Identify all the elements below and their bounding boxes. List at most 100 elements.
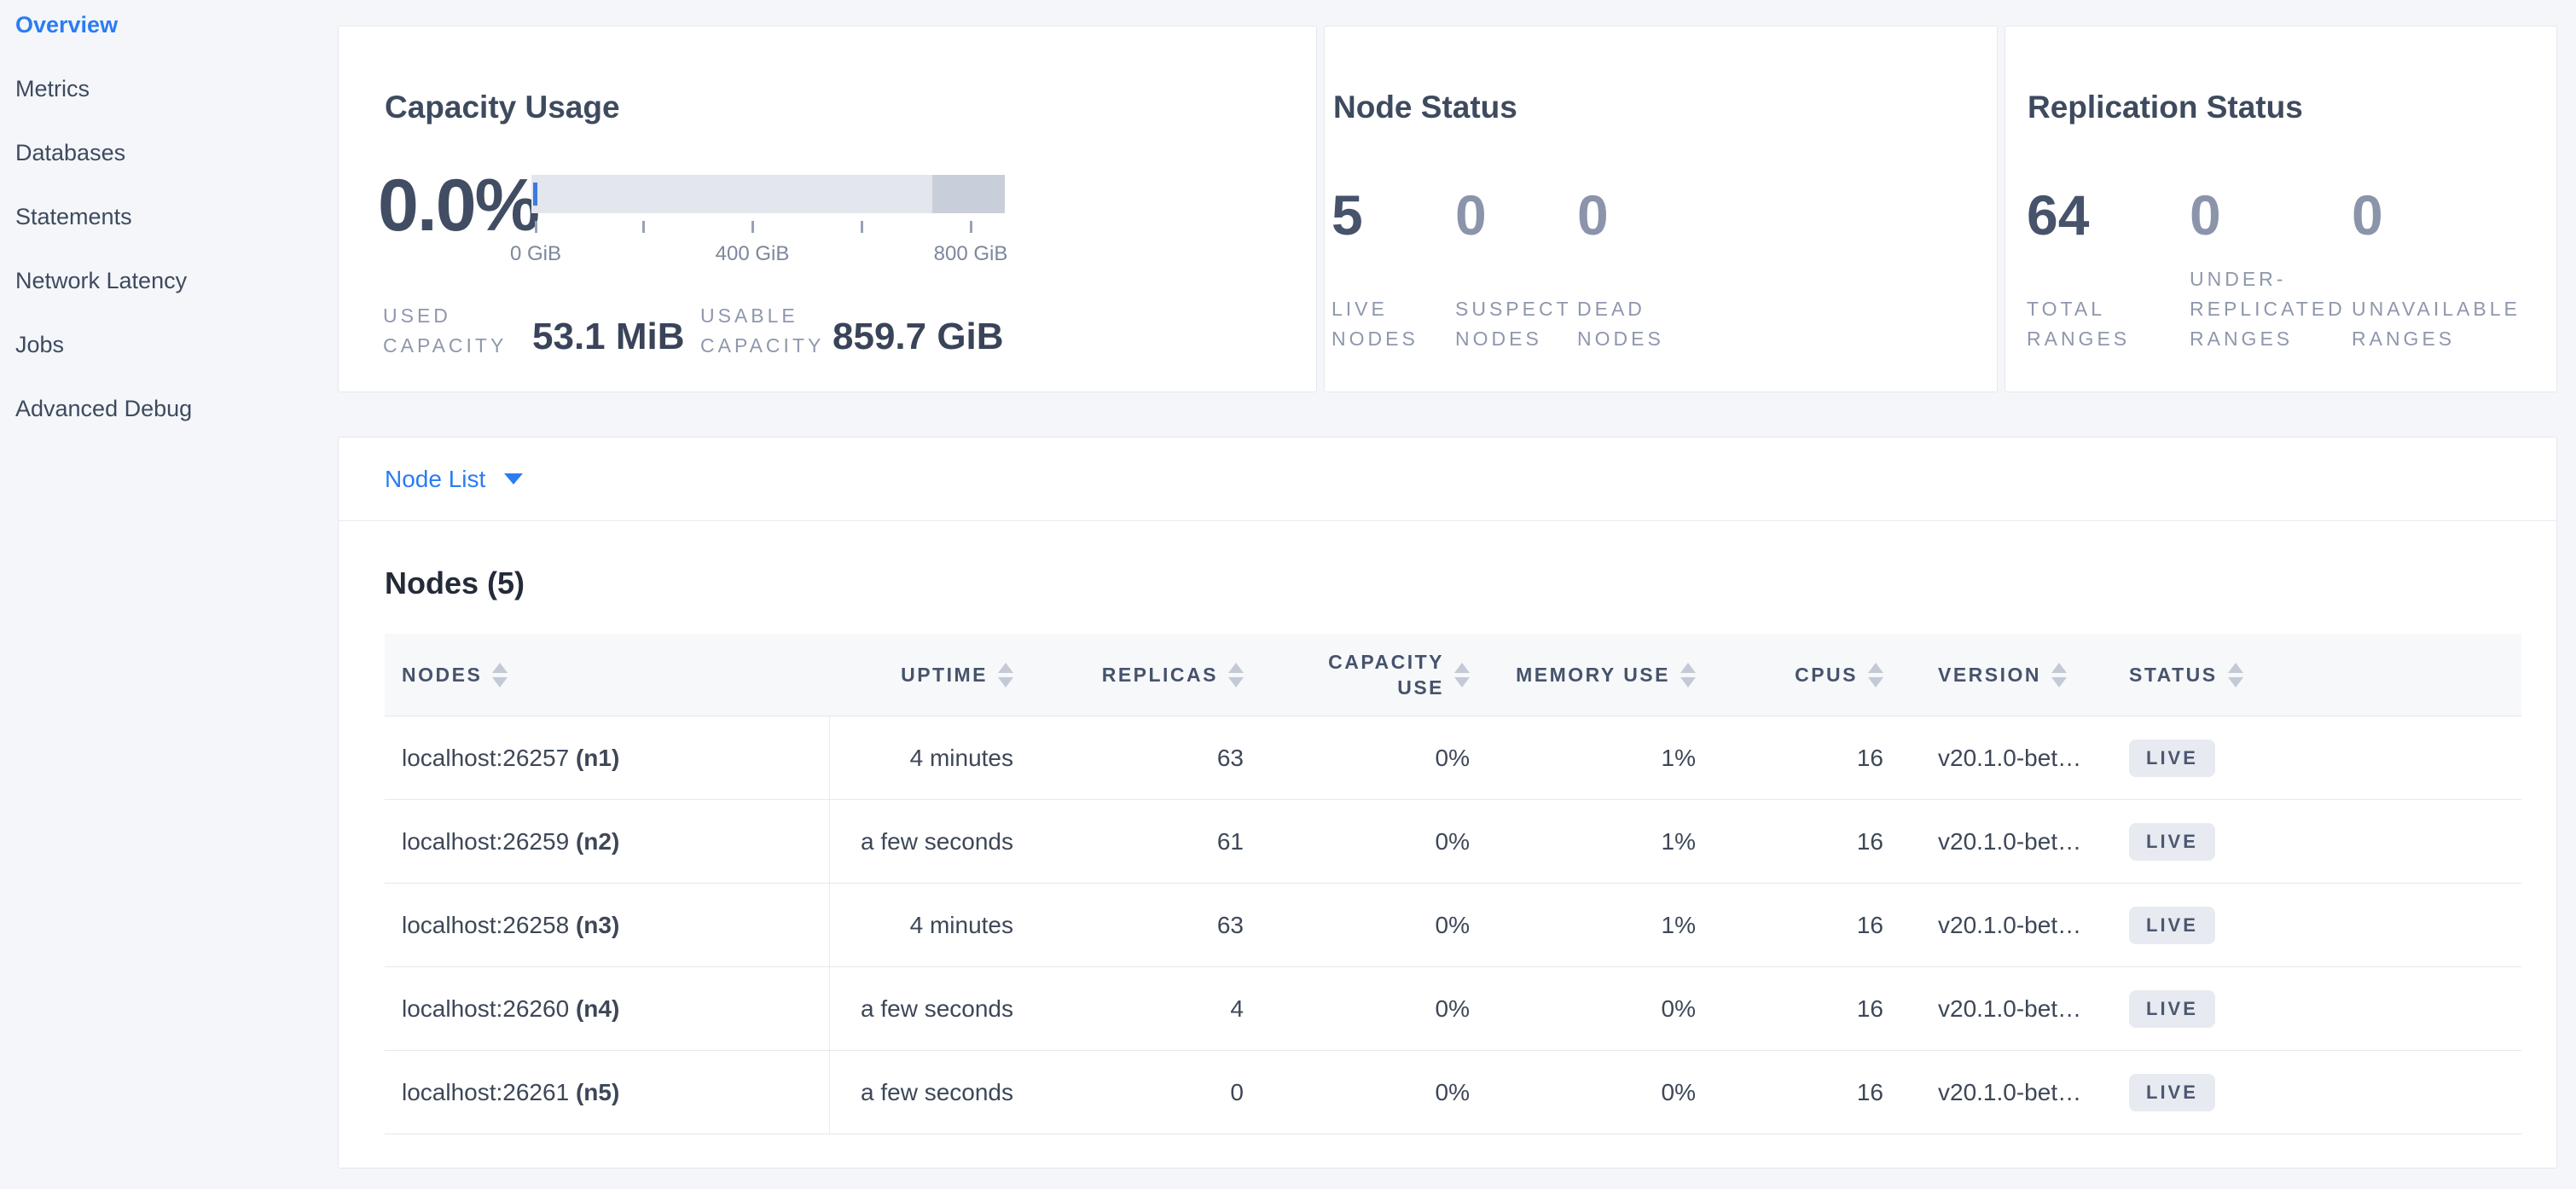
node-id: (n5) bbox=[576, 1079, 619, 1105]
sort-icon bbox=[1868, 663, 1883, 687]
node-address-cell[interactable]: localhost:26261 (n5) bbox=[385, 1051, 829, 1134]
unavailable-ranges-label: UNAVAILABLE RANGES bbox=[2352, 294, 2521, 354]
live-nodes-label: LIVE NODES bbox=[1332, 294, 1419, 354]
live-nodes-count: 5 bbox=[1332, 185, 1363, 245]
sidebar-item-advanced-debug[interactable]: Advanced Debug bbox=[15, 392, 192, 426]
memory-use-cell: 1% bbox=[1490, 800, 1716, 884]
table-row: localhost:26261 (n5) a few seconds 0 0% … bbox=[385, 1051, 2521, 1134]
uptime-cell: a few seconds bbox=[829, 800, 1034, 884]
column-header-replicas-label: REPLICAS bbox=[1102, 664, 1218, 687]
column-header-capacity-line1: CAPACITY bbox=[1328, 649, 1444, 675]
status-cell: LIVE bbox=[2109, 800, 2521, 884]
capacity-use-cell: 0% bbox=[1264, 967, 1490, 1051]
replication-status-title: Replication Status bbox=[2028, 90, 2303, 125]
used-capacity-label-line1: USED bbox=[383, 301, 507, 331]
column-header-cpus[interactable]: CPUS bbox=[1716, 634, 1904, 716]
cpus-cell: 16 bbox=[1716, 967, 1904, 1051]
under-replicated-label-line1: UNDER- bbox=[2190, 264, 2346, 294]
usable-capacity-label-line2: CAPACITY bbox=[700, 331, 824, 361]
table-row: localhost:26259 (n2) a few seconds 61 0%… bbox=[385, 800, 2521, 884]
column-header-nodes[interactable]: NODES bbox=[385, 634, 829, 716]
column-header-status-label: STATUS bbox=[2129, 664, 2218, 687]
column-header-replicas[interactable]: REPLICAS bbox=[1034, 634, 1264, 716]
version-cell: v20.1.0-bet… bbox=[1904, 884, 2109, 967]
sort-icon bbox=[1228, 663, 1244, 687]
dead-nodes-label-line2: NODES bbox=[1577, 324, 1664, 354]
dead-nodes-label-line1: DEAD bbox=[1577, 294, 1664, 324]
suspect-nodes-label: SUSPECT NODES bbox=[1455, 294, 1572, 354]
sidebar-item-network-latency[interactable]: Network Latency bbox=[15, 264, 187, 298]
replicas-cell: 63 bbox=[1034, 884, 1264, 967]
status-cell: LIVE bbox=[2109, 967, 2521, 1051]
usable-capacity-label: USABLE CAPACITY bbox=[700, 301, 824, 361]
memory-use-cell: 0% bbox=[1490, 967, 1716, 1051]
node-status-title: Node Status bbox=[1333, 90, 1517, 125]
sidebar-item-jobs[interactable]: Jobs bbox=[15, 328, 64, 362]
nodes-table: NODES UPTIME REPLICAS bbox=[385, 634, 2521, 1134]
status-cell: LIVE bbox=[2109, 1051, 2521, 1134]
total-ranges-count: 64 bbox=[2027, 185, 2089, 245]
total-ranges-label-line2: RANGES bbox=[2027, 324, 2130, 354]
node-id: (n3) bbox=[576, 912, 619, 938]
capacity-use-cell: 0% bbox=[1264, 800, 1490, 884]
suspect-nodes-count: 0 bbox=[1455, 185, 1487, 245]
gauge-tick-label: 0 GiB bbox=[510, 242, 561, 266]
status-badge: LIVE bbox=[2129, 990, 2215, 1028]
node-address-cell[interactable]: localhost:26259 (n2) bbox=[385, 800, 829, 884]
column-header-uptime[interactable]: UPTIME bbox=[829, 634, 1034, 716]
usable-capacity-label-line1: USABLE bbox=[700, 301, 824, 331]
column-header-capacity-use[interactable]: CAPACITY USE bbox=[1264, 634, 1490, 716]
status-badge: LIVE bbox=[2129, 823, 2215, 861]
live-nodes-label-line1: LIVE bbox=[1332, 294, 1419, 324]
sidebar-item-metrics[interactable]: Metrics bbox=[15, 72, 90, 106]
gauge-tick-label: 800 GiB bbox=[934, 242, 1008, 266]
memory-use-cell: 0% bbox=[1490, 1051, 1716, 1134]
under-replicated-label-line2: REPLICATED bbox=[2190, 294, 2346, 324]
replicas-cell: 63 bbox=[1034, 716, 1264, 800]
cpus-cell: 16 bbox=[1716, 716, 1904, 800]
capacity-gauge-reserved-segment bbox=[932, 175, 1005, 213]
nodes-heading: Nodes (5) bbox=[385, 566, 525, 601]
memory-use-cell: 1% bbox=[1490, 884, 1716, 967]
memory-use-cell: 1% bbox=[1490, 716, 1716, 800]
used-capacity-label: USED CAPACITY bbox=[383, 301, 507, 361]
node-address: localhost:26258 bbox=[402, 912, 569, 938]
uptime-cell: a few seconds bbox=[829, 1051, 1034, 1134]
replicas-cell: 4 bbox=[1034, 967, 1264, 1051]
table-row: localhost:26260 (n4) a few seconds 4 0% … bbox=[385, 967, 2521, 1051]
version-cell: v20.1.0-bet… bbox=[1904, 716, 2109, 800]
column-header-memory-use[interactable]: MEMORY USE bbox=[1490, 634, 1716, 716]
column-header-nodes-label: NODES bbox=[402, 664, 482, 687]
column-header-version[interactable]: VERSION bbox=[1904, 634, 2109, 716]
status-badge: LIVE bbox=[2129, 907, 2215, 944]
sidebar-item-overview[interactable]: Overview bbox=[15, 8, 118, 42]
unavailable-ranges-label-line1: UNAVAILABLE bbox=[2352, 294, 2521, 324]
total-ranges-label: TOTAL RANGES bbox=[2027, 294, 2130, 354]
dead-nodes-count: 0 bbox=[1577, 185, 1609, 245]
node-list-view-selector[interactable]: Node List bbox=[339, 438, 2556, 521]
status-badge: LIVE bbox=[2129, 740, 2215, 777]
node-address-cell[interactable]: localhost:26257 (n1) bbox=[385, 716, 829, 800]
status-cell: LIVE bbox=[2109, 716, 2521, 800]
column-header-status[interactable]: STATUS bbox=[2109, 634, 2521, 716]
node-address-cell[interactable]: localhost:26260 (n4) bbox=[385, 967, 829, 1051]
used-capacity-label-line2: CAPACITY bbox=[383, 331, 507, 361]
node-list-selector-label: Node List bbox=[385, 466, 485, 493]
column-header-memory-label: MEMORY USE bbox=[1516, 664, 1670, 687]
unavailable-ranges-count: 0 bbox=[2352, 185, 2383, 245]
sidebar-item-statements[interactable]: Statements bbox=[15, 200, 132, 234]
capacity-used-percent: 0.0% bbox=[378, 163, 538, 248]
table-row: localhost:26258 (n3) 4 minutes 63 0% 1% … bbox=[385, 884, 2521, 967]
column-header-version-label: VERSION bbox=[1938, 664, 2041, 687]
unavailable-ranges-label-line2: RANGES bbox=[2352, 324, 2521, 354]
node-id: (n2) bbox=[576, 828, 619, 855]
node-address: localhost:26259 bbox=[402, 828, 569, 855]
under-replicated-ranges-label: UNDER- REPLICATED RANGES bbox=[2190, 264, 2346, 354]
gauge-tick bbox=[970, 221, 972, 233]
column-header-capacity-line2: USE bbox=[1328, 675, 1444, 700]
sidebar-item-databases[interactable]: Databases bbox=[15, 136, 125, 170]
node-address-cell[interactable]: localhost:26258 (n3) bbox=[385, 884, 829, 967]
node-id: (n1) bbox=[576, 745, 619, 771]
sort-icon bbox=[998, 663, 1013, 687]
dead-nodes-label: DEAD NODES bbox=[1577, 294, 1664, 354]
